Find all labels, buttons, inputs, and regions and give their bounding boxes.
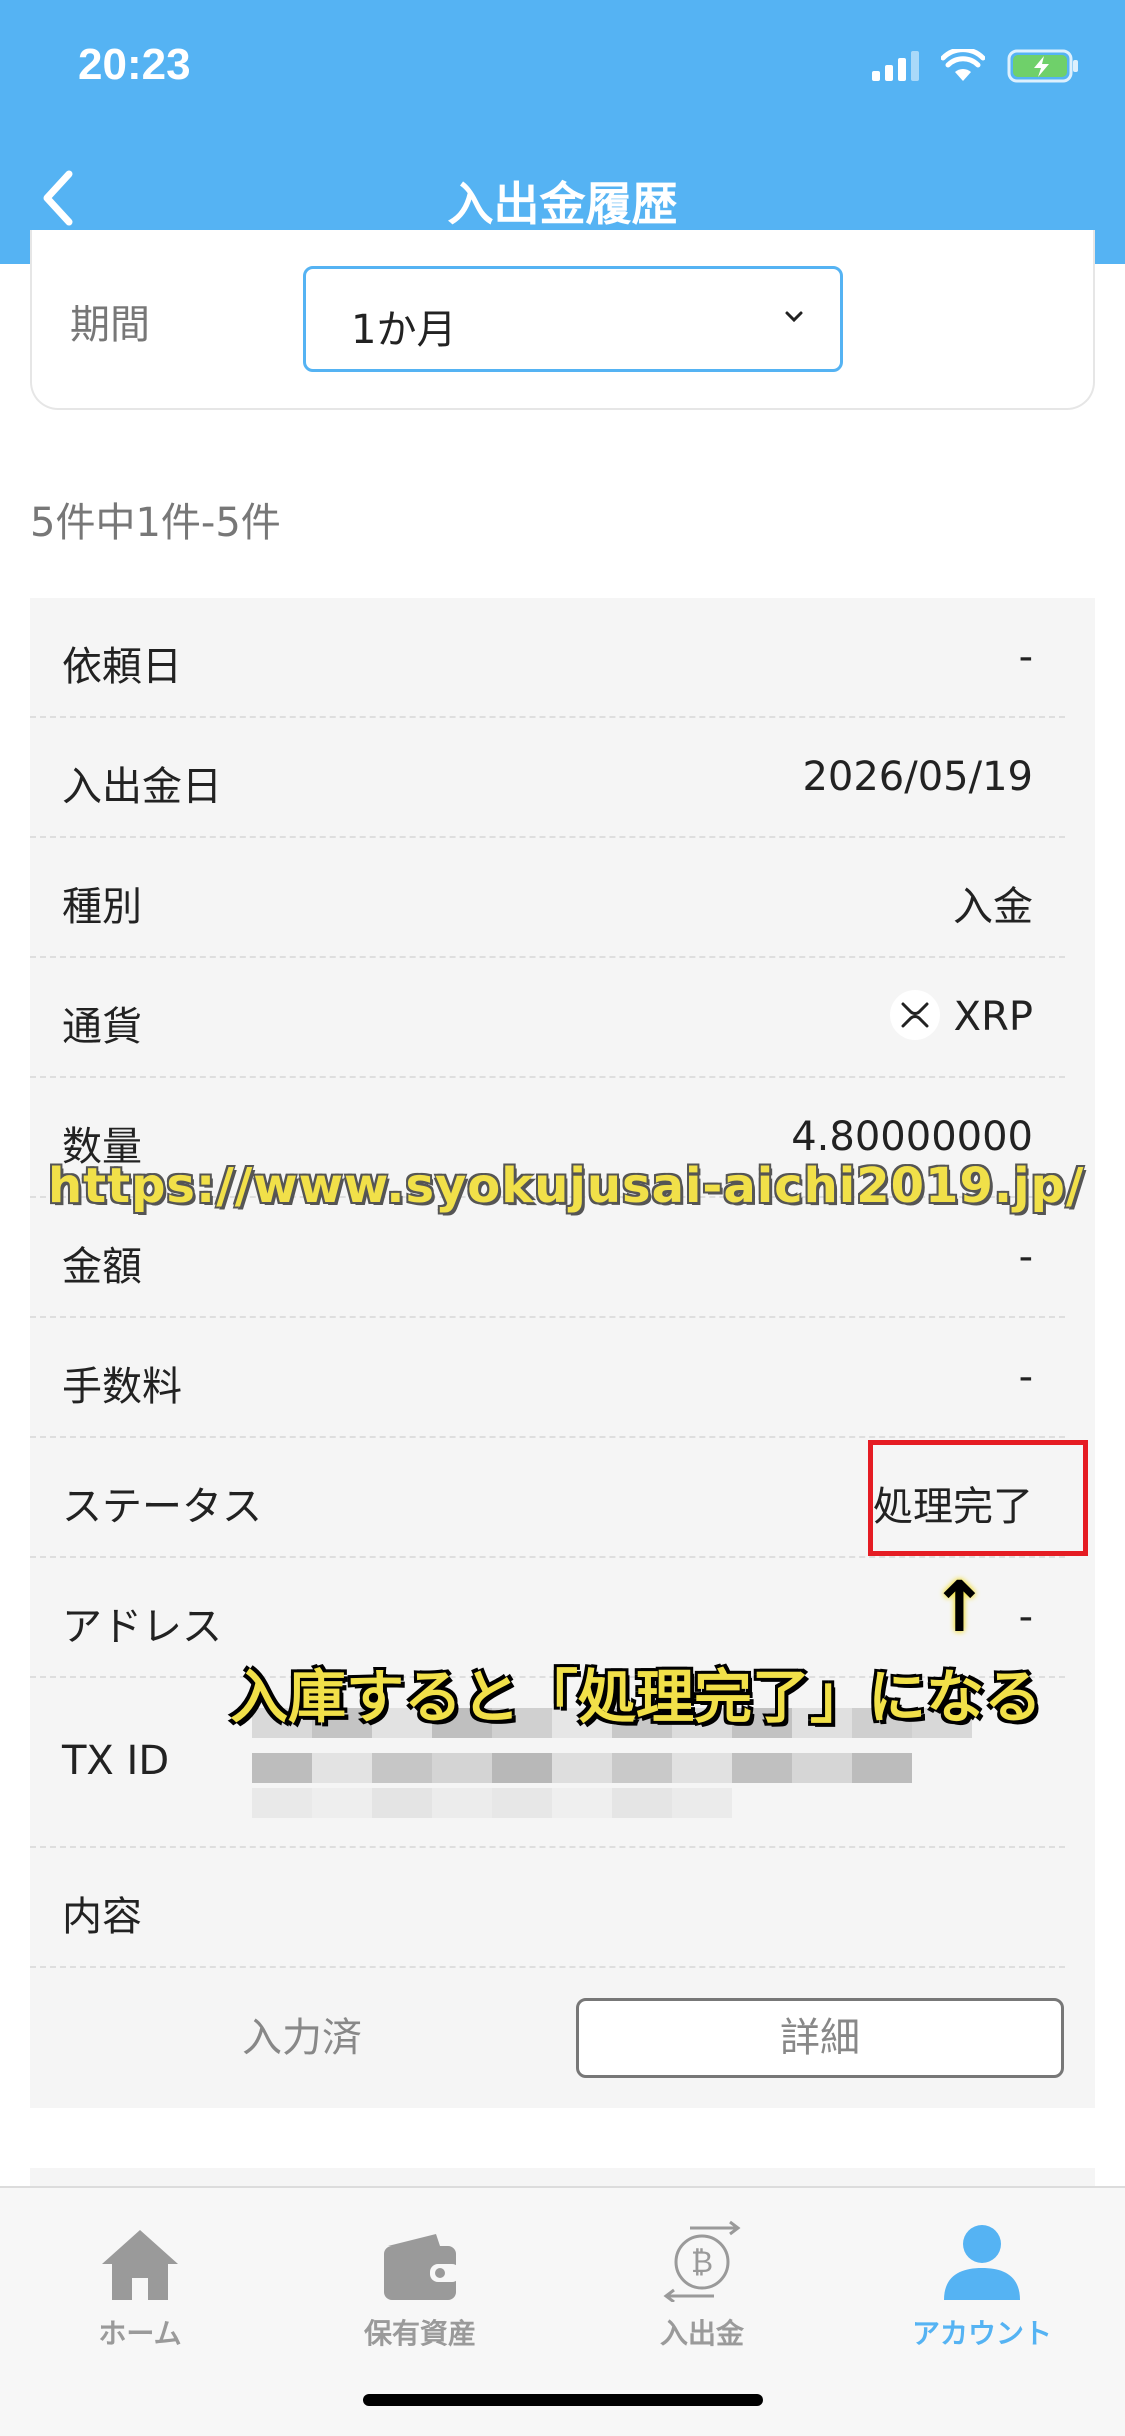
row-label: アドレス <box>62 1604 222 1650</box>
row-label: 手数料 <box>62 1364 182 1410</box>
home-indicator <box>363 2394 763 2406</box>
tab-label: 保有資産 <box>363 2317 476 2350</box>
row-value-currency: XRP <box>889 990 1033 1044</box>
currency-name: XRP <box>953 994 1033 1040</box>
period-value: 1か月 <box>351 307 457 353</box>
row-label: 通貨 <box>62 1004 142 1050</box>
row-label: 金額 <box>62 1244 142 1290</box>
row-label: 種別 <box>62 884 142 930</box>
wallet-icon <box>384 2234 460 2300</box>
row-amount: 金額 - <box>30 1198 1065 1318</box>
annotation-arrow: ↑ <box>930 1566 989 1648</box>
detail-button[interactable]: 詳細 <box>576 1998 1064 2078</box>
battery-icon <box>1007 49 1078 83</box>
tab-assets[interactable]: 保有資産 <box>320 2212 520 2352</box>
wifi-icon <box>941 49 985 81</box>
row-value: - <box>1018 634 1033 680</box>
row-currency: 通貨 XRP <box>30 958 1065 1078</box>
row-label: ステータス <box>62 1484 262 1530</box>
tx-id-mosaic <box>252 1788 732 1818</box>
row-label: TX ID <box>62 1738 170 1784</box>
row-value: - <box>1018 1354 1033 1400</box>
input-done-label: 入力済 <box>242 2015 362 2061</box>
row-label: 入出金日 <box>62 764 222 810</box>
signal-icon <box>872 51 919 81</box>
period-label: 期間 <box>70 302 150 348</box>
account-icon <box>944 2225 1020 2300</box>
row-value: 入金 <box>953 884 1033 930</box>
svg-text:₿: ₿ <box>691 2245 713 2280</box>
row-type: 種別 入金 <box>30 838 1065 958</box>
row-transaction-date: 入出金日 2026/05/19 <box>30 718 1065 838</box>
status-time: 20:23 <box>78 40 191 89</box>
row-value: - <box>1018 1234 1033 1280</box>
row-value: 2026/05/19 <box>802 754 1033 800</box>
result-count: 5件中1件-5件 <box>30 500 281 546</box>
row-label: 依頼日 <box>62 644 182 690</box>
tab-label: アカウント <box>911 2317 1052 2350</box>
row-value: 4.80000000 <box>791 1114 1033 1160</box>
status-highlight-box <box>868 1440 1088 1556</box>
tab-home[interactable]: ホーム <box>40 2212 240 2352</box>
status-icons <box>872 48 1079 84</box>
row-label: 内容 <box>62 1894 142 1940</box>
bitcoin-transfer-icon: ₿ <box>663 2220 741 2302</box>
row-value: - <box>1018 1594 1033 1640</box>
row-fee: 手数料 - <box>30 1318 1065 1438</box>
period-select[interactable]: 1か月 <box>303 266 843 372</box>
row-request-date: 依頼日 - <box>30 598 1065 718</box>
xrp-icon <box>889 990 940 1040</box>
row-content: 内容 <box>30 1848 1065 1968</box>
chevron-down-icon <box>785 311 803 323</box>
home-icon <box>102 2230 178 2300</box>
tab-account[interactable]: アカウント <box>882 2212 1082 2352</box>
watermark-text: https://www.syokujusai-aichi2019.jp/ <box>48 1158 1085 1214</box>
tx-id-mosaic <box>252 1753 912 1783</box>
page-title: 入出金履歴 <box>447 177 678 231</box>
tab-label: 入出金 <box>659 2317 744 2350</box>
annotation-text: 入庫すると「処理完了」になる <box>230 1663 1043 1731</box>
tab-deposit-withdraw[interactable]: ₿ 入出金 <box>602 2212 802 2352</box>
app-header: 20:23 入出金履歴 <box>0 0 1125 264</box>
tab-label: ホーム <box>98 2317 182 2350</box>
